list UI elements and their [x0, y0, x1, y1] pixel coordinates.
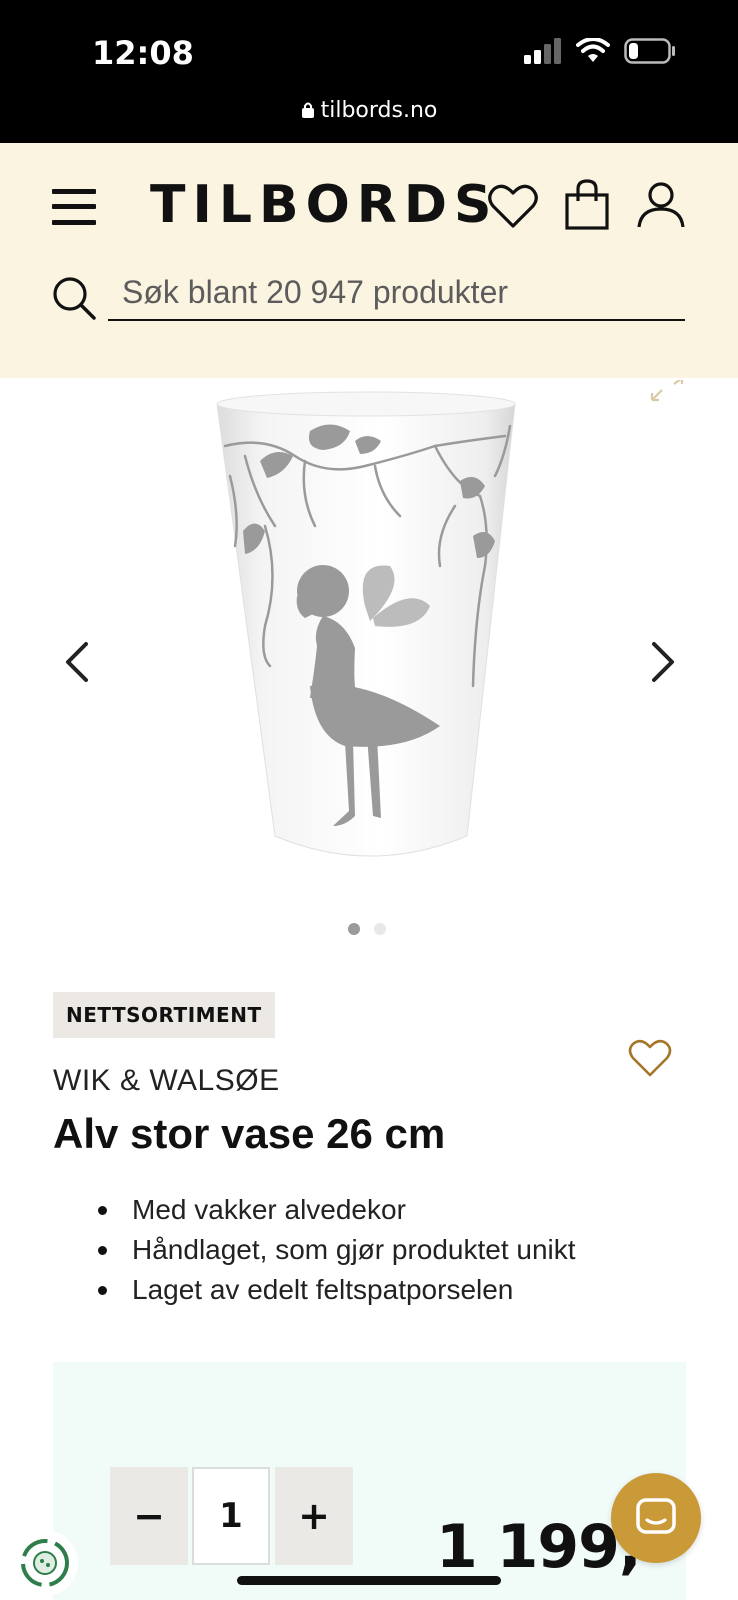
feature-list: Med vakker alvedekor Håndlaget, som gjør…	[98, 1190, 576, 1310]
heart-icon[interactable]	[488, 183, 538, 229]
battery-icon	[624, 38, 675, 64]
status-bar: 12:08 tilbords.no	[0, 0, 738, 143]
gallery-dot[interactable]	[374, 923, 386, 935]
lock-icon	[301, 102, 314, 118]
feature-item: Laget av edelt feltspatporselen	[98, 1270, 576, 1310]
gallery-dot[interactable]	[348, 923, 360, 935]
status-icons	[524, 38, 676, 64]
url-bar[interactable]: tilbords.no	[0, 98, 738, 123]
shopping-bag-icon[interactable]	[564, 179, 610, 231]
menu-icon[interactable]	[52, 187, 96, 227]
chat-button[interactable]	[611, 1473, 701, 1563]
search-icon[interactable]	[52, 276, 96, 320]
status-time: 12:08	[92, 34, 194, 72]
chevron-left-icon[interactable]	[62, 640, 92, 684]
expand-icon[interactable]	[650, 380, 686, 404]
gallery-pagination[interactable]	[348, 923, 386, 935]
product-title: Alv stor vase 26 cm	[53, 1110, 446, 1157]
quantity-input[interactable]	[192, 1467, 270, 1565]
feature-item: Med vakker alvedekor	[98, 1190, 576, 1230]
search-input[interactable]	[108, 265, 685, 321]
eco-badge-icon	[21, 1539, 69, 1587]
chat-icon	[636, 1498, 676, 1534]
product-brand[interactable]: WIK & WALSØE	[53, 1064, 280, 1098]
purchase-panel: − + 1 199,-	[53, 1362, 686, 1600]
site-header: TILBORDS	[0, 143, 738, 378]
chevron-right-icon[interactable]	[648, 640, 678, 684]
product-gallery	[0, 378, 738, 958]
eco-badge[interactable]	[12, 1530, 78, 1596]
availability-badge: NETTSORTIMENT	[53, 992, 275, 1038]
increase-quantity-button[interactable]: +	[275, 1467, 353, 1565]
site-logo[interactable]: TILBORDS	[150, 175, 498, 235]
product-image[interactable]	[205, 386, 535, 876]
feature-item: Håndlaget, som gjør produktet unikt	[98, 1230, 576, 1270]
decrease-quantity-button[interactable]: −	[110, 1467, 188, 1565]
favorite-heart-icon[interactable]	[628, 1038, 672, 1078]
user-icon[interactable]	[636, 181, 686, 229]
signal-icon	[524, 38, 561, 64]
url-text: tilbords.no	[320, 98, 438, 123]
wifi-icon	[576, 38, 610, 62]
home-indicator	[237, 1576, 501, 1585]
